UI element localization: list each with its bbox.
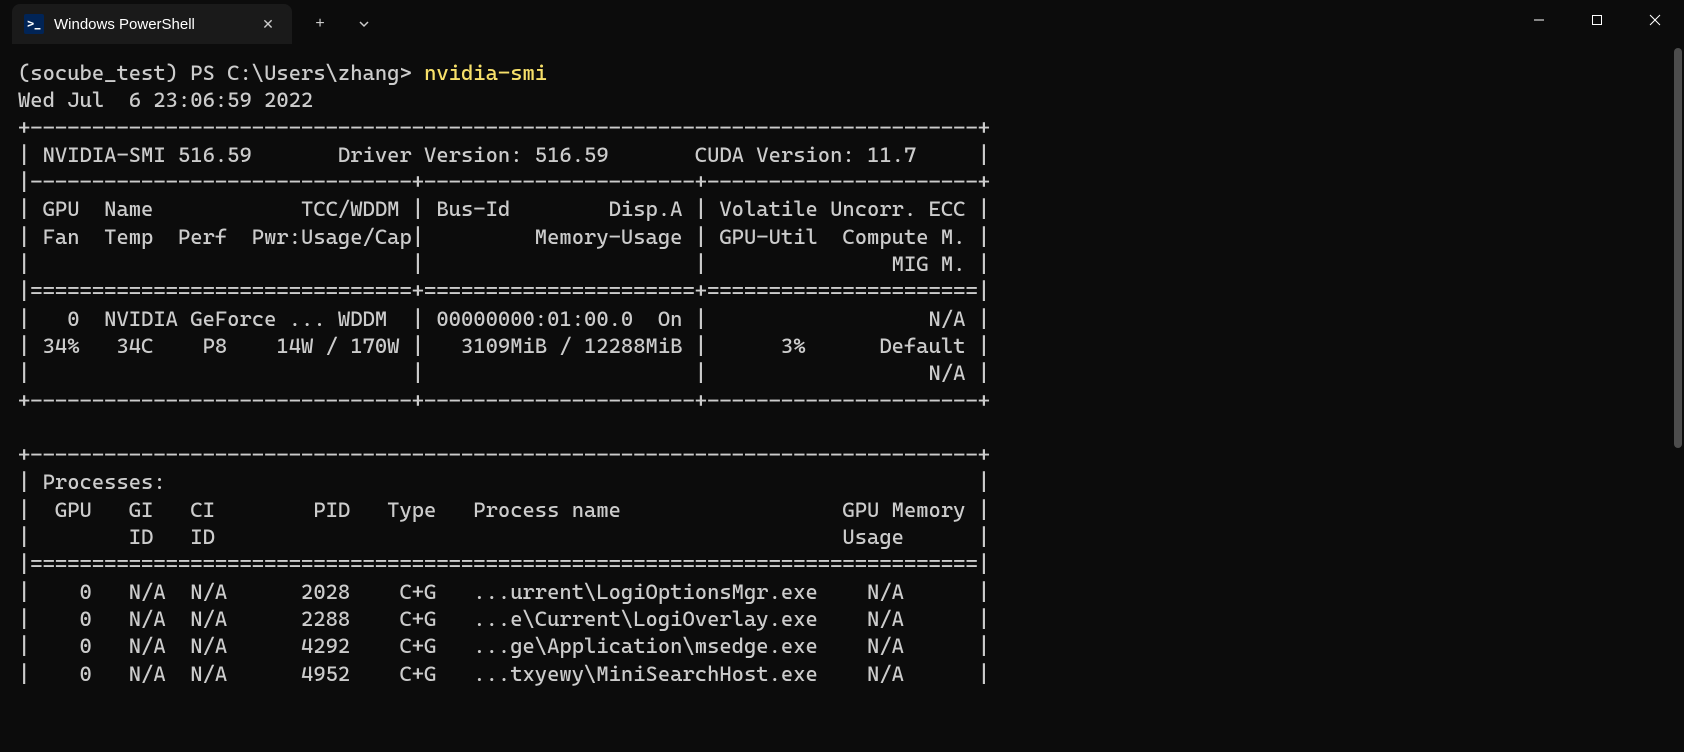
powershell-icon: >_ [24,14,44,34]
output-line: | NVIDIA-SMI 516.59 Driver Version: 516.… [18,143,990,167]
output-line: | 0 N/A N/A 4292 C+G ...ge\Application\m… [18,634,990,658]
terminal-content[interactable]: (socube_test) PS C:\Users\zhang> nvidia-… [0,48,1684,700]
output-line: | 0 N/A N/A 2288 C+G ...e\Current\LogiOv… [18,607,990,631]
tab-title: Windows PowerShell [54,16,248,33]
output-line: | Processes: | [18,470,990,494]
output-line: +---------------------------------------… [18,443,990,467]
output-line: | 0 N/A N/A 2028 C+G ...urrent\LogiOptio… [18,580,990,604]
output-line: | | | MIG M. | [18,252,990,276]
output-line: | 34% 34C P8 14W / 170W | 3109MiB / 1228… [18,334,990,358]
tabs-area: >_ Windows PowerShell ✕ + [0,0,384,48]
tab-powershell[interactable]: >_ Windows PowerShell ✕ [12,4,292,44]
command-text: nvidia-smi [424,61,547,85]
output-line: +---------------------------------------… [18,116,990,140]
output-line: | GPU Name TCC/WDDM | Bus-Id Disp.A | Vo… [18,197,990,221]
tab-actions: + [300,4,384,44]
output-line: +-------------------------------+-------… [18,389,990,413]
output-line: |-------------------------------+-------… [18,170,990,194]
output-timestamp: Wed Jul 6 23:06:59 2022 [18,88,313,112]
maximize-button[interactable] [1568,0,1626,40]
output-line: | 0 NVIDIA GeForce ... WDDM | 00000000:0… [18,307,990,331]
prompt-path: PS C:\Users\zhang> [190,61,424,85]
close-window-button[interactable] [1626,0,1684,40]
output-line: | ID ID Usage | [18,525,990,549]
output-line: | 0 N/A N/A 4952 C+G ...txyewy\MiniSearc… [18,662,990,686]
prompt-env: (socube_test) [18,61,190,85]
output-line: | | | N/A | [18,361,990,385]
titlebar: >_ Windows PowerShell ✕ + [0,0,1684,48]
new-tab-button[interactable]: + [300,4,340,44]
output-line [18,416,990,440]
output-line: |=======================================… [18,552,990,576]
output-line: | Fan Temp Perf Pwr:Usage/Cap| Memory-Us… [18,225,990,249]
tab-dropdown-button[interactable] [344,4,384,44]
output-line: | GPU GI CI PID Type Process name GPU Me… [18,498,990,522]
close-tab-button[interactable]: ✕ [258,14,278,34]
window-controls [1510,0,1684,48]
minimize-button[interactable] [1510,0,1568,40]
scrollbar[interactable] [1670,48,1682,748]
output-line: |===============================+=======… [18,279,990,303]
scrollbar-thumb[interactable] [1674,48,1682,448]
